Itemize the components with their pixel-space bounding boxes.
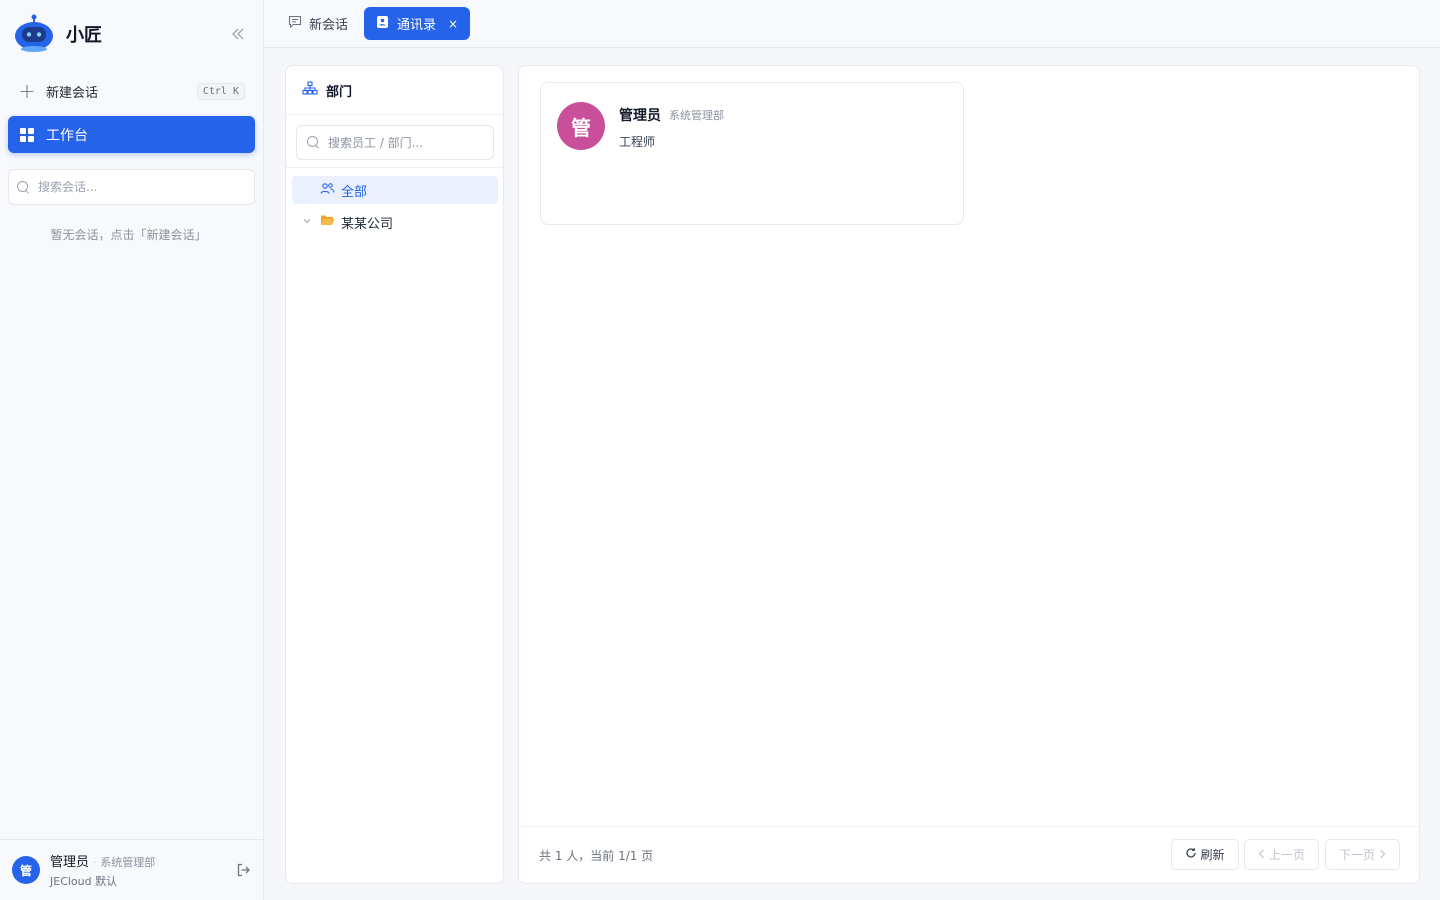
pagination-summary: 共 1 人，当前 1/1 页 [539, 848, 654, 863]
prev-page-label: 上一页 [1268, 848, 1305, 862]
prev-page-button[interactable]: 上一页 [1244, 839, 1319, 870]
shortcut-badge: Ctrl K [196, 82, 245, 100]
user-dept: 系统管理部 [100, 856, 156, 869]
refresh-label: 刷新 [1200, 848, 1225, 862]
tab-label: 新会话 [309, 18, 349, 33]
tab-new-chat[interactable]: 新会话 [280, 8, 356, 39]
workbench-label: 工作台 [46, 127, 88, 144]
department-search-box [296, 125, 494, 160]
org-tree-icon [302, 81, 318, 99]
grid-icon [20, 127, 34, 142]
chevron-left-icon [1258, 848, 1266, 862]
sidebar: 小匠 + 新建会话 Ctrl K 工作台 暂无会话，点击「新建会话」 管 管理员… [0, 0, 264, 900]
app-name: 小匠 [66, 25, 102, 46]
empty-chat-tip: 暂无会话，点击「新建会话」 [50, 228, 207, 242]
department-header: 部门 [286, 66, 503, 115]
plus-icon: + [18, 79, 36, 103]
contact-name: 管理员 [619, 108, 661, 124]
user-bar: 管 管理员 · 系统管理部 JECloud 默认 [0, 839, 263, 900]
tab-label: 通讯录 [397, 18, 437, 33]
search-icon [307, 136, 320, 149]
department-title: 部门 [326, 84, 353, 100]
separator-dot: · [93, 858, 97, 869]
divider [286, 167, 503, 168]
new-chat-label: 新建会话 [46, 85, 99, 101]
tree-item-all[interactable]: 全部 [292, 176, 498, 204]
tab-bar: 新会话 通讯录 × [264, 0, 1440, 48]
user-org: JECloud 默认 [50, 875, 118, 888]
tree-item-company[interactable]: 某某公司 [292, 208, 498, 236]
folder-open-icon [320, 214, 335, 230]
new-chat-button[interactable]: + 新建会话 Ctrl K [8, 74, 255, 108]
contacts-main-panel: 管 管理员 系统管理部 工程师 共 1 人，当前 1/1 页 刷新 上一页 下一… [518, 65, 1420, 884]
pagination-footer: 共 1 人，当前 1/1 页 刷新 上一页 下一页 [519, 826, 1419, 883]
tree-item-label: 全部 [341, 184, 368, 200]
tree-item-label: 某某公司 [341, 216, 394, 232]
brand: 小匠 [12, 14, 252, 54]
collapse-sidebar-icon[interactable] [228, 24, 248, 44]
user-avatar[interactable]: 管 [12, 856, 40, 884]
contact-card[interactable]: 管 管理员 系统管理部 工程师 [540, 82, 964, 225]
contact-avatar: 管 [557, 102, 605, 150]
tab-contacts[interactable]: 通讯录 × [364, 7, 470, 40]
close-icon[interactable]: × [448, 17, 458, 31]
user-name: 管理员 [50, 855, 90, 870]
contact-dept: 系统管理部 [669, 109, 724, 122]
chat-search-input[interactable] [38, 180, 238, 194]
next-page-label: 下一页 [1338, 848, 1375, 862]
people-icon [320, 182, 335, 199]
contacts-icon [376, 15, 389, 33]
robot-logo-icon [12, 14, 56, 54]
refresh-button[interactable]: 刷新 [1171, 839, 1239, 870]
chevron-down-icon[interactable] [302, 216, 314, 229]
chat-bubble-icon [288, 15, 302, 33]
chevron-right-icon [1378, 848, 1386, 862]
next-page-button[interactable]: 下一页 [1325, 839, 1400, 870]
contact-title: 工程师 [619, 135, 656, 149]
search-icon [17, 180, 30, 194]
department-search-input[interactable] [328, 135, 483, 150]
logout-icon[interactable] [235, 862, 251, 878]
department-panel: 部门 全部 某某公司 [285, 65, 504, 884]
workbench-button[interactable]: 工作台 [8, 116, 255, 153]
chat-search-box [8, 169, 255, 205]
refresh-icon [1185, 847, 1197, 862]
user-info: 管理员 · 系统管理部 JECloud 默认 [50, 851, 155, 889]
